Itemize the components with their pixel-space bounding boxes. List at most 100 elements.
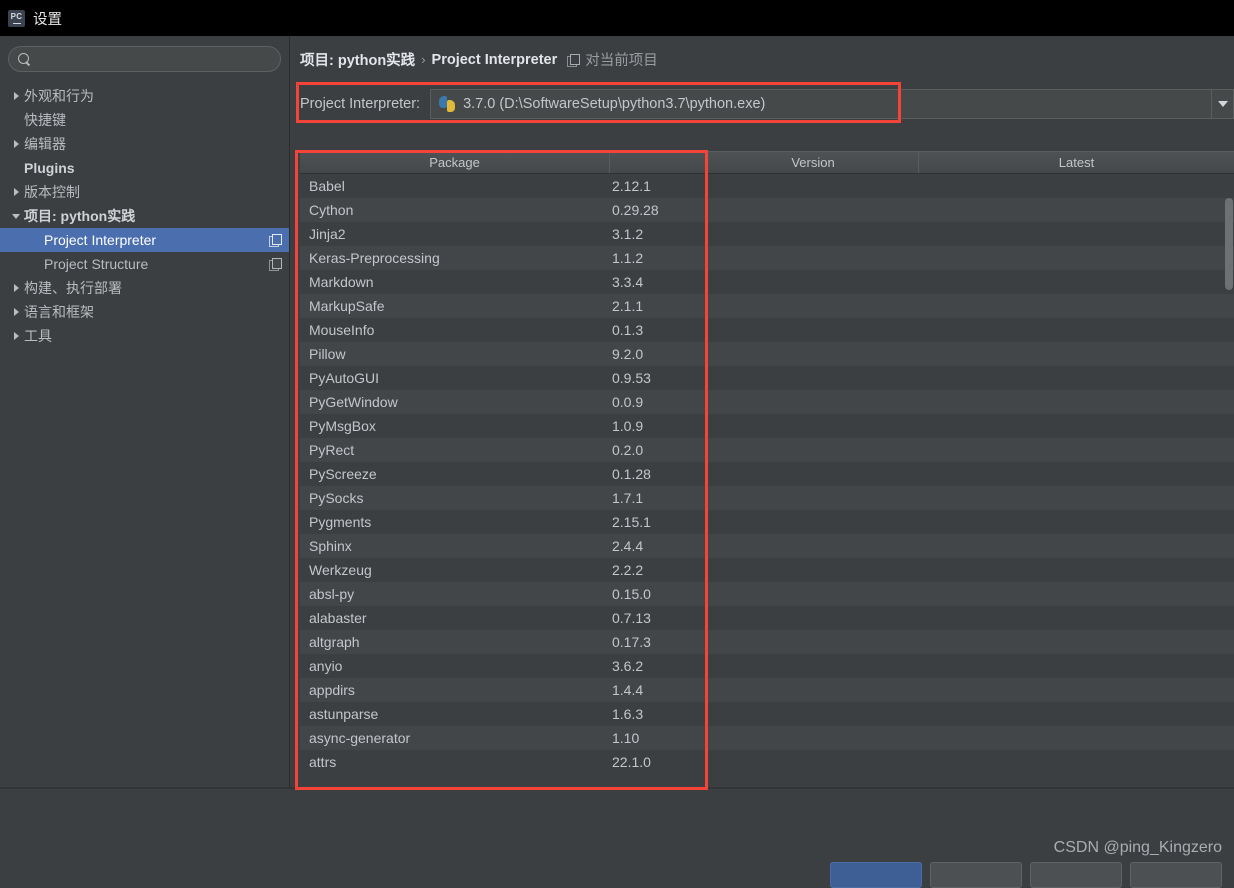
package-version: 0.2.0	[612, 442, 644, 458]
chevron-right-icon[interactable]	[8, 308, 24, 316]
sidebar-item-5[interactable]: 项目: python实践	[0, 204, 289, 228]
table-row[interactable]: PySocks 1.7.1	[300, 486, 1234, 510]
scrollbar-thumb[interactable]	[1225, 198, 1233, 290]
package-version: 1.1.2	[612, 250, 644, 266]
chevron-right-icon[interactable]	[8, 140, 24, 148]
watermark-text: CSDN @ping_Kingzero	[1053, 839, 1222, 856]
chevron-right-icon[interactable]	[8, 284, 24, 292]
chevron-right-icon[interactable]	[8, 92, 24, 100]
table-row[interactable]: appdirs 1.4.4	[300, 678, 1234, 702]
table-row[interactable]: MouseInfo 0.1.3	[300, 318, 1234, 342]
dialog-footer: CSDN @ping_Kingzero	[0, 788, 1234, 888]
table-row[interactable]: PyMsgBox 1.0.9	[300, 414, 1234, 438]
package-name: PyAutoGUI	[309, 370, 380, 386]
table-row[interactable]: PyRect 0.2.0	[300, 438, 1234, 462]
package-version: 0.1.28	[612, 466, 651, 482]
table-row[interactable]: MarkupSafe 2.1.1	[300, 294, 1234, 318]
pycharm-logo-icon: PC	[8, 9, 25, 27]
packages-vertical-scrollbar[interactable]	[1224, 198, 1234, 789]
package-version: 0.7.13	[612, 610, 651, 626]
sidebar-item-9[interactable]: 语言和框架	[0, 300, 289, 324]
package-name: PyGetWindow	[309, 394, 398, 410]
sidebar-item-10[interactable]: 工具	[0, 324, 289, 348]
interpreter-dropdown-button[interactable]	[1212, 89, 1234, 119]
interpreter-label: Project Interpreter:	[300, 96, 421, 112]
search-input[interactable]	[37, 51, 271, 67]
column-header-0[interactable]: Package	[300, 152, 610, 173]
chevron-right-icon[interactable]	[8, 188, 24, 196]
column-header-1[interactable]	[610, 152, 708, 173]
package-version: 1.6.3	[612, 706, 644, 722]
table-row[interactable]: PyScreeze 0.1.28	[300, 462, 1234, 486]
cancel-button[interactable]	[930, 862, 1022, 888]
package-name: Babel	[309, 178, 345, 194]
sidebar-item-0[interactable]: 外观和行为	[0, 84, 289, 108]
interpreter-row: Project Interpreter: 3.7.0 (D:\SoftwareS…	[300, 83, 1234, 125]
sidebar-item-8[interactable]: 构建、执行部署	[0, 276, 289, 300]
package-name: PyRect	[309, 442, 355, 458]
package-name: Keras-Preprocessing	[309, 250, 440, 266]
table-row[interactable]: attrs 22.1.0	[300, 750, 1234, 774]
table-row[interactable]: alabaster 0.7.13	[300, 606, 1234, 630]
sidebar-item-3[interactable]: Plugins	[0, 156, 289, 180]
package-name: alabaster	[309, 610, 367, 626]
copy-settings-icon[interactable]	[567, 53, 581, 67]
table-row[interactable]: async-generator 1.10	[300, 726, 1234, 750]
package-version: 2.15.1	[612, 514, 651, 530]
chevron-right-icon[interactable]	[8, 332, 24, 340]
package-version: 3.1.2	[612, 226, 644, 242]
copy-settings-icon[interactable]	[269, 258, 282, 271]
sidebar-item-6[interactable]: Project Interpreter	[0, 228, 289, 252]
breadcrumb-project[interactable]: 项目: python实践	[300, 49, 415, 70]
sidebar-item-2[interactable]: 编辑器	[0, 132, 289, 156]
interpreter-select[interactable]: 3.7.0 (D:\SoftwareSetup\python3.7\python…	[430, 89, 1212, 119]
sidebar-search-wrap	[0, 36, 289, 72]
package-name: Pillow	[309, 346, 346, 362]
package-name: appdirs	[309, 682, 355, 698]
package-version: 0.1.3	[612, 322, 644, 338]
table-row[interactable]: PyGetWindow 0.0.9	[300, 390, 1234, 414]
table-row[interactable]: Keras-Preprocessing 1.1.2	[300, 246, 1234, 270]
chevron-down-icon[interactable]	[8, 213, 24, 219]
table-row[interactable]: anyio 3.6.2	[300, 654, 1234, 678]
chevron-down-icon	[1217, 101, 1228, 107]
table-row[interactable]: Pygments 2.15.1	[300, 510, 1234, 534]
package-version: 3.6.2	[612, 658, 644, 674]
table-row[interactable]: Pillow 9.2.0	[300, 342, 1234, 366]
breadcrumb: 项目: python实践 › Project Interpreter 对当前项目	[291, 36, 1234, 70]
package-name: anyio	[309, 658, 343, 674]
sidebar-item-label: Project Structure	[44, 256, 149, 272]
table-row[interactable]: Babel 2.12.1	[300, 174, 1234, 198]
copy-settings-icon[interactable]	[269, 234, 282, 247]
ok-button[interactable]	[830, 862, 922, 888]
package-version: 0.0.9	[612, 394, 644, 410]
table-row[interactable]: Werkzeug 2.2.2	[300, 558, 1234, 582]
package-name: Pygments	[309, 514, 372, 530]
package-name: Werkzeug	[309, 562, 372, 578]
sidebar-item-label: Project Interpreter	[44, 232, 157, 248]
table-row[interactable]: Cython 0.29.28	[300, 198, 1234, 222]
search-box[interactable]	[8, 46, 281, 72]
help-button[interactable]	[1130, 862, 1222, 888]
breadcrumb-scope-note: 对当前项目	[585, 53, 658, 69]
sidebar-item-7[interactable]: Project Structure	[0, 252, 289, 276]
apply-button[interactable]	[1030, 862, 1122, 888]
table-row[interactable]: Sphinx 2.4.4	[300, 534, 1234, 558]
package-version: 1.10	[612, 730, 640, 746]
package-version: 2.2.2	[612, 562, 644, 578]
breadcrumb-separator: ›	[421, 52, 426, 67]
sidebar-item-1[interactable]: 快捷键	[0, 108, 289, 132]
table-row[interactable]: Markdown 3.3.4	[300, 270, 1234, 294]
table-row[interactable]: altgraph 0.17.3	[300, 630, 1234, 654]
package-version: 0.9.53	[612, 370, 651, 386]
table-row[interactable]: absl-py 0.15.0	[300, 582, 1234, 606]
table-row[interactable]: PyAutoGUI 0.9.53	[300, 366, 1234, 390]
column-header-2[interactable]: Version	[708, 152, 919, 173]
sidebar-item-4[interactable]: 版本控制	[0, 180, 289, 204]
package-version: 2.1.1	[612, 298, 644, 314]
column-header-3[interactable]: Latest	[919, 152, 1234, 173]
settings-sidebar: 外观和行为 快捷键 编辑器 Plugins 版本控制 项目: python实践 Projec…	[0, 36, 290, 788]
table-row[interactable]: astunparse 1.6.3	[300, 702, 1234, 726]
package-name: async-generator	[309, 730, 411, 746]
table-row[interactable]: Jinja2 3.1.2	[300, 222, 1234, 246]
